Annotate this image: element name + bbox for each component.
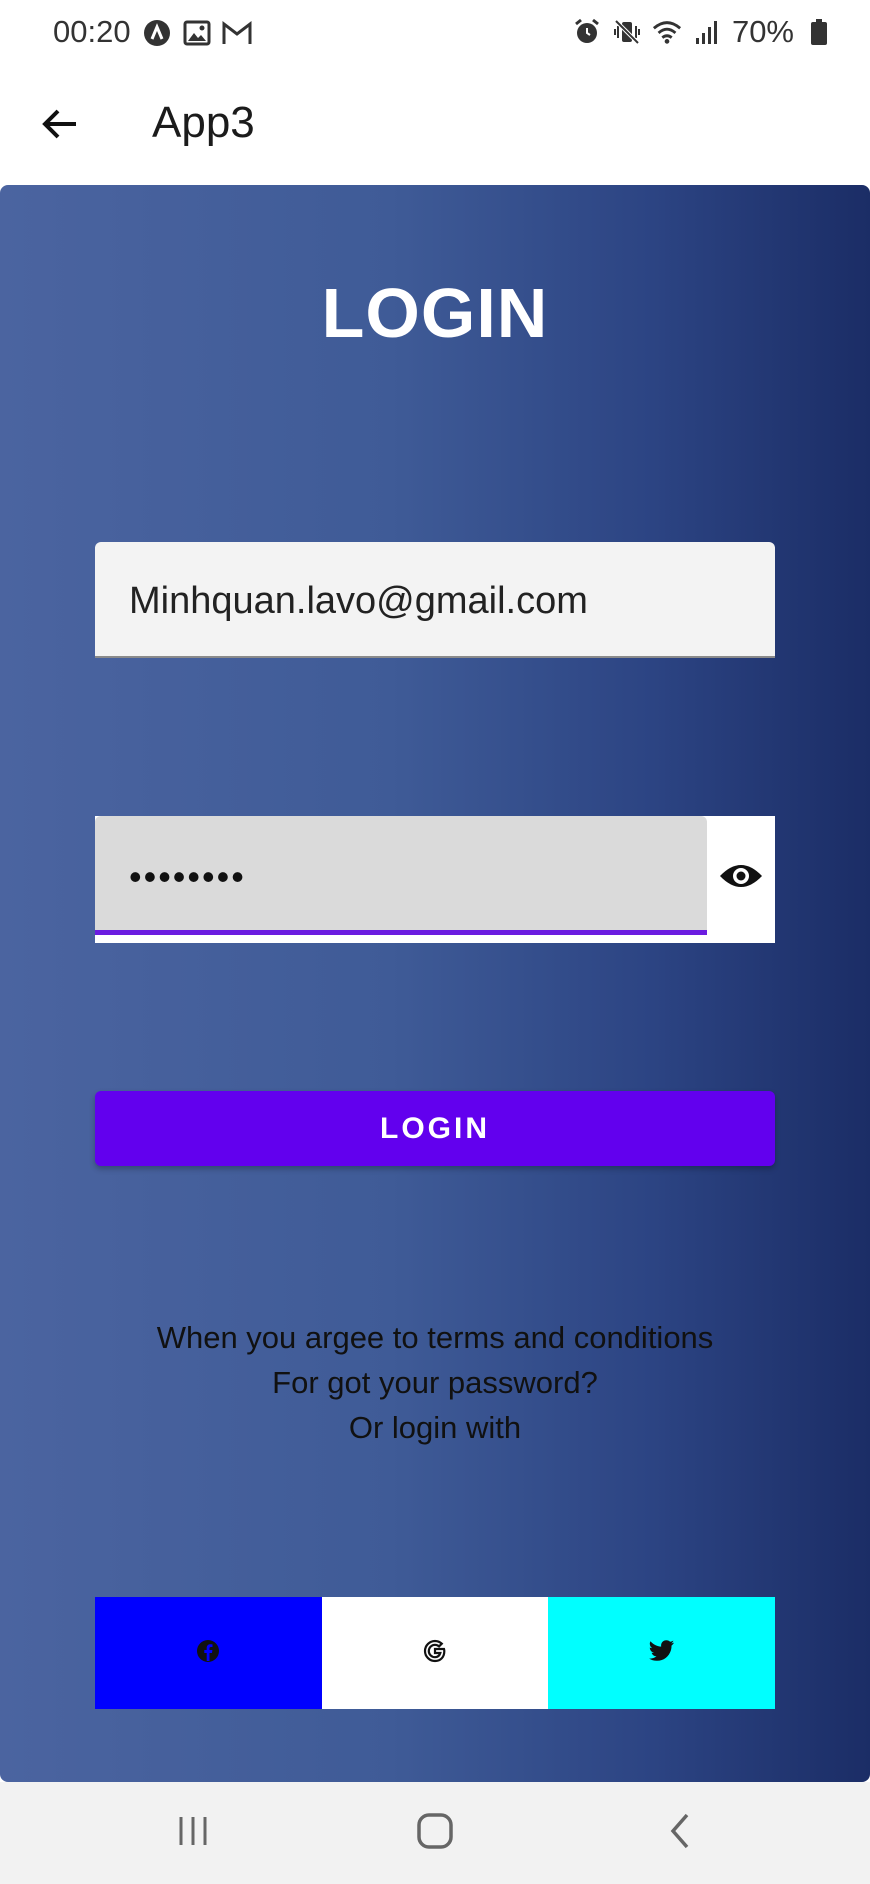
twitter-login-button[interactable] [548, 1597, 776, 1709]
login-with-text: Or login with [348, 1410, 522, 1445]
recents-icon [175, 1815, 211, 1852]
facebook-icon [196, 1639, 220, 1668]
login-button[interactable]: LOGIN [95, 1091, 775, 1166]
gmail-icon [222, 18, 252, 48]
battery-percent: 70% [731, 14, 794, 49]
system-nav-bar [0, 1782, 870, 1884]
eye-icon [718, 860, 764, 897]
signal-icon [692, 17, 722, 47]
password-container: •••••••• [95, 816, 775, 943]
battery-icon [804, 17, 834, 47]
google-icon [422, 1638, 448, 1669]
app-bar: App3 [0, 68, 870, 184]
email-value: Minhquan.lavo@gmail.com [129, 580, 588, 622]
back-button[interactable] [30, 96, 90, 156]
vibrate-icon [612, 17, 642, 47]
forgot-password-link[interactable]: For got your password? [0, 1360, 870, 1405]
image-icon [182, 18, 212, 48]
toggle-password-visibility[interactable] [707, 844, 775, 912]
password-value: •••••••• [129, 856, 246, 897]
wifi-icon [652, 17, 682, 47]
login-heading: LOGIN [321, 274, 549, 352]
password-field[interactable]: •••••••• [95, 816, 707, 935]
social-login-row [95, 1597, 776, 1709]
login-panel: LOGIN Minhquan.lavo@gmail.com •••••••• L… [0, 185, 870, 1782]
arrow-left-icon [40, 104, 80, 149]
back-icon [667, 1812, 693, 1855]
status-time: 00:20 [53, 14, 131, 49]
status-bar: 00:20 70% [0, 0, 870, 68]
home-button[interactable] [405, 1808, 465, 1858]
google-login-button[interactable] [321, 1597, 549, 1709]
home-icon [416, 1812, 454, 1855]
terms-text[interactable]: When you argee to terms and conditions [0, 1315, 870, 1360]
recents-button[interactable] [163, 1808, 223, 1858]
info-text: When you argee to terms and conditions F… [0, 1315, 870, 1450]
alarm-icon [572, 17, 602, 47]
app-icon [142, 18, 172, 48]
facebook-login-button[interactable] [95, 1597, 322, 1709]
email-field[interactable]: Minhquan.lavo@gmail.com [95, 542, 775, 658]
status-left-icons [142, 18, 252, 48]
nav-back-button[interactable] [650, 1808, 710, 1858]
app-title: App3 [152, 98, 255, 147]
status-right: 70% [572, 14, 834, 50]
twitter-icon [648, 1639, 675, 1667]
